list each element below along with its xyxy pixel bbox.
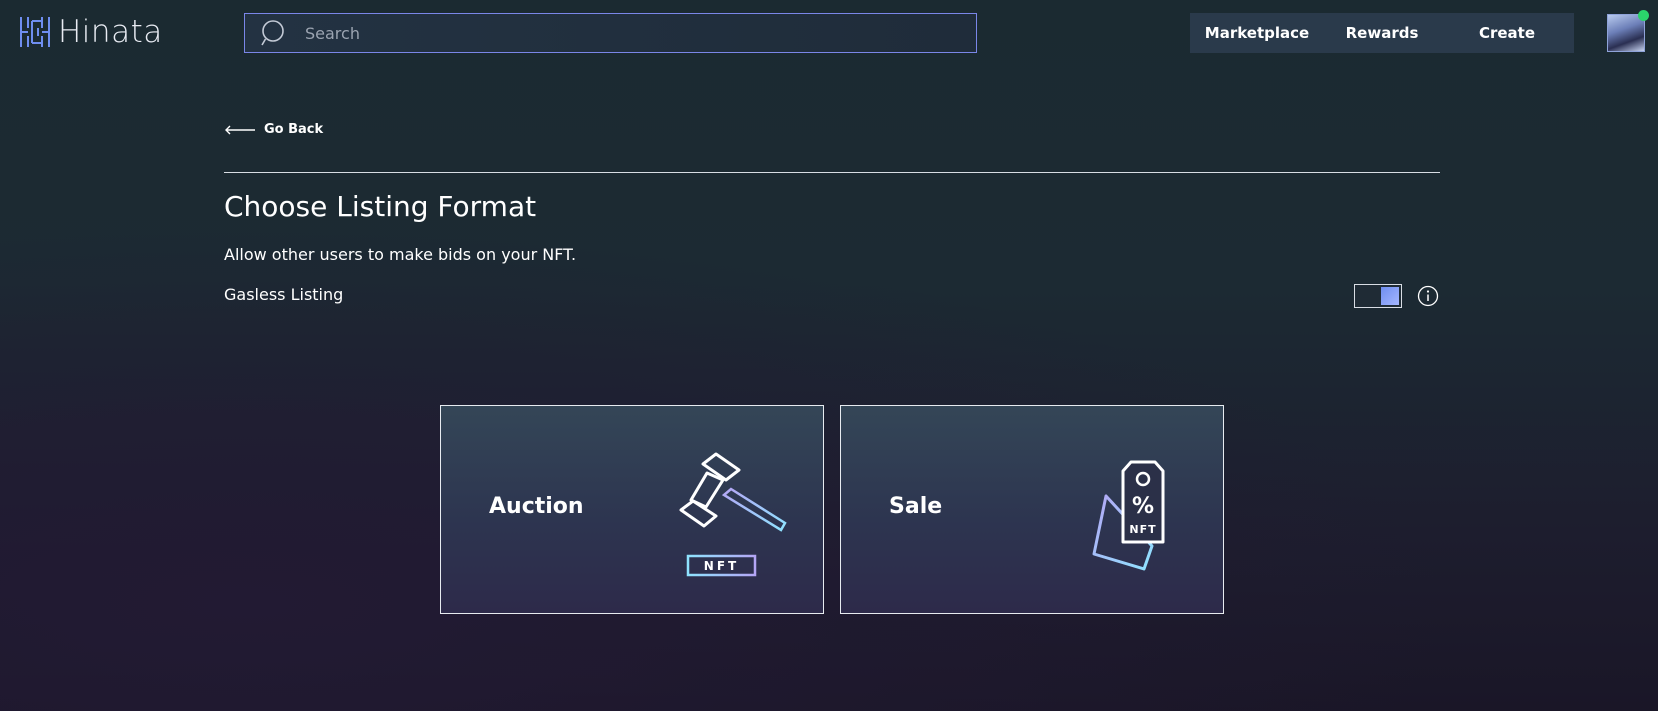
gasless-listing-label: Gasless Listing <box>224 285 344 304</box>
sale-nft-tag: NFT <box>1129 523 1156 536</box>
auction-format-card[interactable]: Auction NFT <box>440 405 824 614</box>
brand-name: Hinata <box>58 14 163 50</box>
price-tag-icon: % NFT <box>1092 460 1165 571</box>
sale-label: Sale <box>889 494 943 519</box>
go-back-link[interactable]: Go Back <box>224 122 323 137</box>
online-status-dot <box>1638 10 1649 21</box>
top-nav: Marketplace Rewards Create <box>1190 13 1574 53</box>
gavel-icon: NFT <box>679 452 787 577</box>
toggle-knob <box>1381 287 1399 305</box>
nav-rewards[interactable]: Rewards <box>1324 24 1440 42</box>
go-back-label: Go Back <box>264 122 324 137</box>
nav-create[interactable]: Create <box>1440 24 1574 42</box>
nav-marketplace[interactable]: Marketplace <box>1190 24 1324 42</box>
gasless-listing-toggle[interactable] <box>1354 284 1402 308</box>
arrow-left-icon <box>225 125 255 134</box>
auction-nft-tag: NFT <box>704 559 739 573</box>
info-icon[interactable] <box>1417 285 1439 307</box>
search-bar[interactable] <box>244 13 977 53</box>
page-title: Choose Listing Format <box>224 190 537 223</box>
brand-logo[interactable]: Hinata <box>18 14 163 50</box>
search-icon <box>261 20 284 46</box>
hinata-logo-icon <box>20 17 50 47</box>
user-avatar[interactable] <box>1607 10 1649 52</box>
search-input[interactable] <box>305 23 905 43</box>
sale-format-card[interactable]: Sale % NFT <box>840 405 1224 614</box>
section-divider <box>224 172 1440 173</box>
page-subtitle: Allow other users to make bids on your N… <box>224 245 577 264</box>
percent-symbol: % <box>1132 494 1154 519</box>
auction-label: Auction <box>489 494 584 519</box>
